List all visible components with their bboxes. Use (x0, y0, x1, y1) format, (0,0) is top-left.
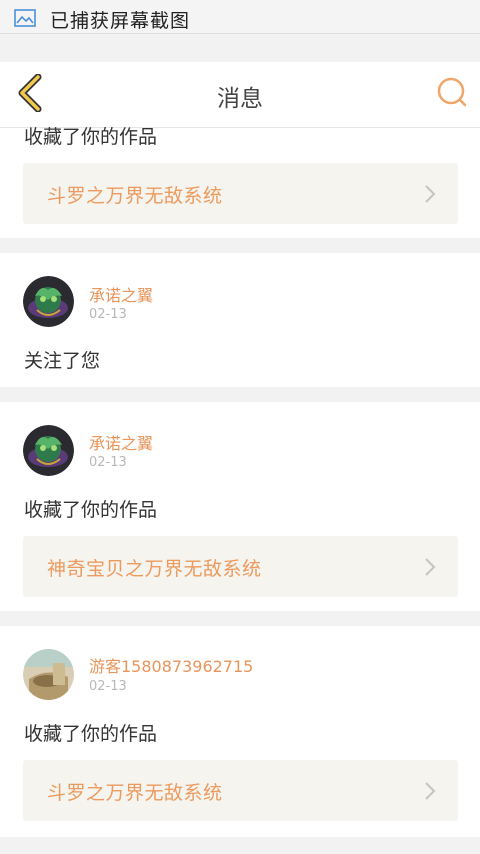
chevron-right-icon (424, 781, 436, 801)
message-card: 承诺之翼 02-13 收藏了你的作品 神奇宝贝之万界无敌系统 (0, 402, 480, 611)
work-link[interactable]: 斗罗之万界无敌系统 (23, 163, 458, 224)
message-date: 02-13 (89, 455, 127, 470)
message-action-text: 关注了您 (24, 350, 101, 372)
work-title: 斗罗之万界无敌系统 (47, 782, 223, 804)
avatar[interactable] (23, 276, 74, 327)
message-card: 游客1580873962715 02-13 收藏了你的作品 斗罗之万界无敌系统 (0, 626, 480, 837)
message-card: 收藏了你的作品 斗罗之万界无敌系统 (0, 126, 480, 238)
screen: 已捕获屏幕截图 消息 收藏了你的作品 斗罗之万界无敌系统 承诺之翼 02-13 … (0, 0, 480, 854)
screenshot-notification-bar[interactable]: 已捕获屏幕截图 (0, 0, 480, 34)
username[interactable]: 承诺之翼 (89, 282, 153, 306)
message-card: 承诺之翼 02-13 关注了您 (0, 253, 480, 387)
message-action-text: 收藏了你的作品 (24, 723, 158, 745)
work-link[interactable]: 神奇宝贝之万界无敌系统 (23, 536, 458, 597)
work-link[interactable]: 斗罗之万界无敌系统 (23, 760, 458, 821)
search-button[interactable] (434, 76, 470, 112)
username[interactable]: 游客1580873962715 (89, 653, 253, 677)
message-action-text: 收藏了你的作品 (24, 499, 158, 521)
image-icon (14, 9, 36, 27)
chevron-right-icon (424, 557, 436, 577)
username[interactable]: 承诺之翼 (89, 430, 153, 454)
work-title: 斗罗之万界无敌系统 (47, 185, 223, 207)
page-title: 消息 (217, 86, 263, 112)
avatar[interactable] (23, 425, 74, 476)
app-header: 消息 (0, 62, 480, 128)
search-icon (436, 76, 468, 112)
message-date: 02-13 (89, 679, 127, 694)
message-date: 02-13 (89, 307, 127, 322)
avatar[interactable] (23, 649, 74, 700)
notification-text: 已捕获屏幕截图 (50, 10, 191, 32)
message-action-text: 收藏了你的作品 (24, 126, 158, 148)
work-title: 神奇宝贝之万界无敌系统 (47, 558, 262, 580)
chevron-right-icon (424, 184, 436, 204)
